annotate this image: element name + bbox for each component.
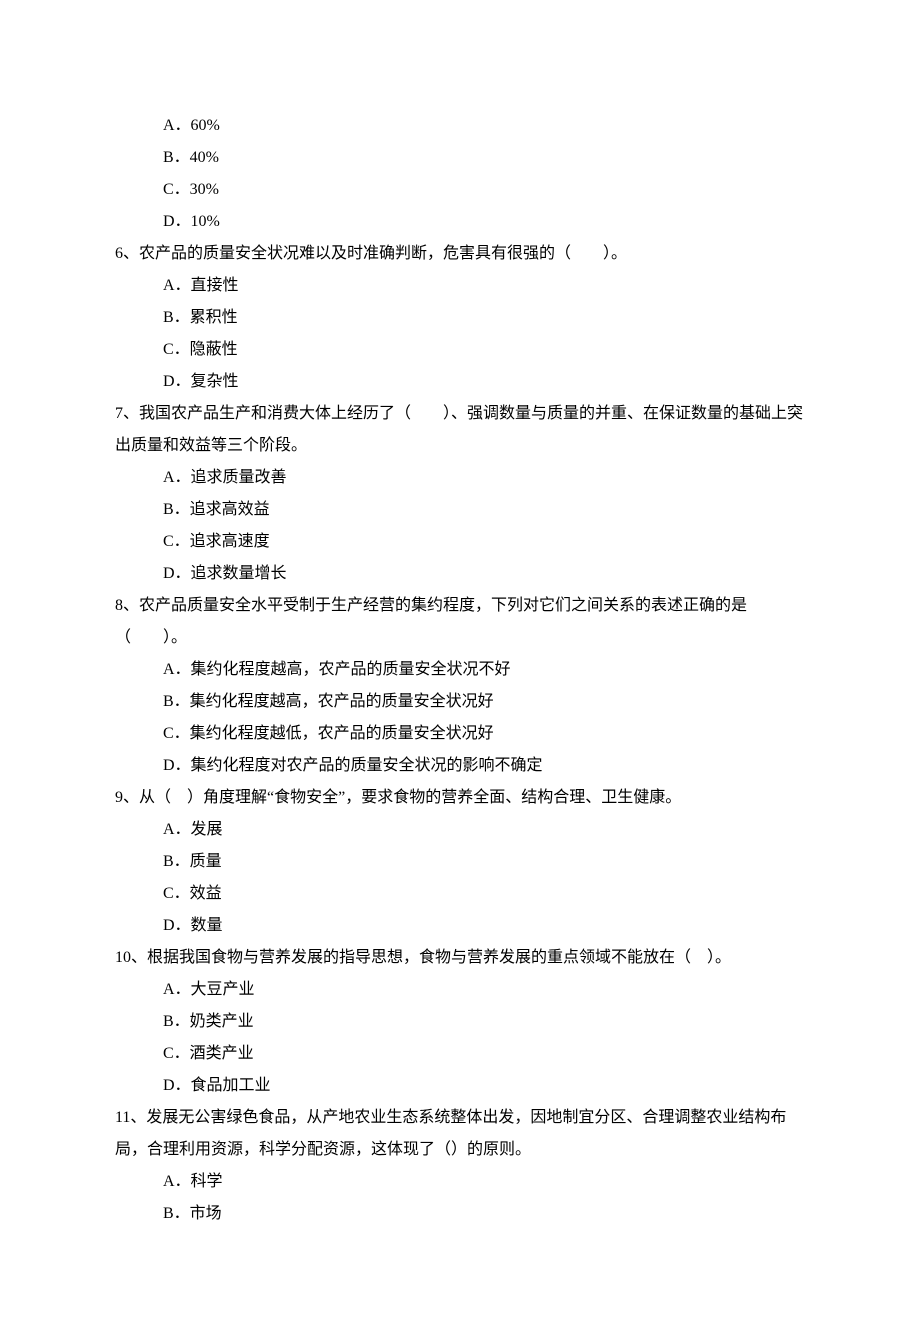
option-b: B．集约化程度越高，农产品的质量安全状况好 [163,686,805,718]
option-c: C．隐蔽性 [163,334,805,366]
option-d: D．追求数量增长 [163,558,805,590]
option-b: B．质量 [163,846,805,878]
question-7-stem: 7、我国农产品生产和消费大体上经历了（ ）、强调数量与质量的并重、在保证数量的基… [115,398,805,462]
question-11-stem: 11、发展无公害绿色食品，从产地农业生态系统整体出发，因地制宜分区、合理调整农业… [115,1102,805,1166]
option-c: C．30% [163,174,805,206]
option-a: A．科学 [163,1166,805,1198]
question-10-options: A．大豆产业 B．奶类产业 C．酒类产业 D．食品加工业 [115,974,805,1102]
option-d: D．10% [163,206,805,238]
question-6-options: A．直接性 B．累积性 C．隐蔽性 D．复杂性 [115,270,805,398]
question-8-stem: 8、农产品质量安全水平受制于生产经营的集约程度，下列对它们之间关系的表述正确的是… [115,590,805,654]
question-5-options: A．60% B．40% C．30% D．10% [115,110,805,238]
question-9-options: A．发展 B．质量 C．效益 D．数量 [115,814,805,942]
option-a: A．发展 [163,814,805,846]
option-a: A．集约化程度越高，农产品的质量安全状况不好 [163,654,805,686]
option-b: B．累积性 [163,302,805,334]
question-10-stem: 10、根据我国食物与营养发展的指导思想，食物与营养发展的重点领域不能放在（ ）。 [115,942,805,974]
option-a: A．追求质量改善 [163,462,805,494]
option-b: B．追求高效益 [163,494,805,526]
question-6-stem: 6、农产品的质量安全状况难以及时准确判断，危害具有很强的（ ）。 [115,238,805,270]
option-c: C．追求高速度 [163,526,805,558]
question-7-options: A．追求质量改善 B．追求高效益 C．追求高速度 D．追求数量增长 [115,462,805,590]
option-b: B．40% [163,142,805,174]
option-d: D．集约化程度对农产品的质量安全状况的影响不确定 [163,750,805,782]
option-c: C．酒类产业 [163,1038,805,1070]
option-a: A．直接性 [163,270,805,302]
option-b: B．市场 [163,1198,805,1230]
option-c: C．效益 [163,878,805,910]
option-d: D．复杂性 [163,366,805,398]
option-d: D．数量 [163,910,805,942]
question-9-stem: 9、从（ ）角度理解“食物安全”，要求食物的营养全面、结构合理、卫生健康。 [115,782,805,814]
option-a: A．60% [163,110,805,142]
option-b: B．奶类产业 [163,1006,805,1038]
question-11-options: A．科学 B．市场 [115,1166,805,1230]
option-d: D．食品加工业 [163,1070,805,1102]
option-c: C．集约化程度越低，农产品的质量安全状况好 [163,718,805,750]
option-a: A．大豆产业 [163,974,805,1006]
question-8-options: A．集约化程度越高，农产品的质量安全状况不好 B．集约化程度越高，农产品的质量安… [115,654,805,782]
